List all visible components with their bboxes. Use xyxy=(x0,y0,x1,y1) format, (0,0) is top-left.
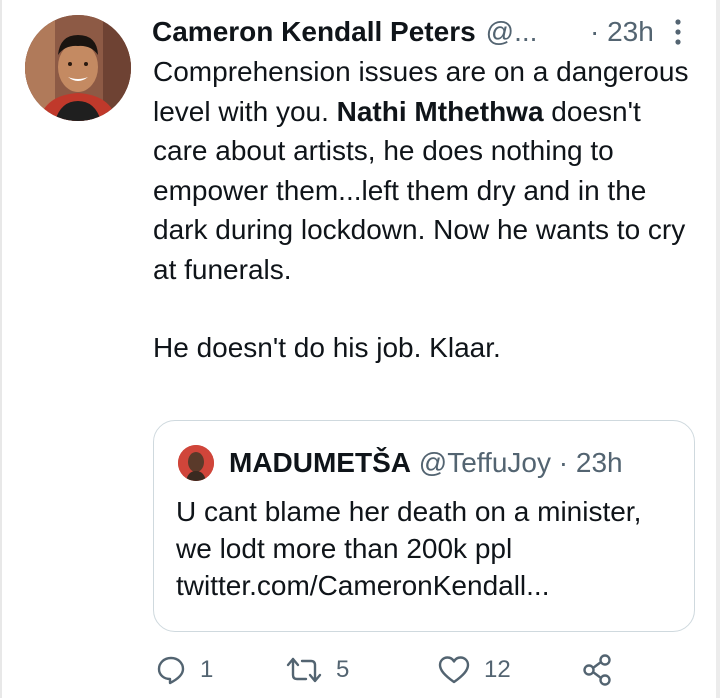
author-avatar[interactable] xyxy=(25,15,131,121)
quoted-tweet-card[interactable]: MADUMETŠA @TeffuJoy · 23h U cant blame h… xyxy=(153,420,695,632)
share-icon xyxy=(583,654,611,686)
quoted-author-handle[interactable]: @TeffuJoy xyxy=(419,447,551,478)
quoted-tweet-header: MADUMETŠA @TeffuJoy · 23h xyxy=(229,441,623,485)
reply-button[interactable]: 1 xyxy=(156,648,213,692)
author-name[interactable]: Cameron Kendall Peters xyxy=(152,16,476,47)
tweet-paragraph: Comprehension issues are on a dangerous … xyxy=(153,52,698,289)
left-divider xyxy=(0,0,2,698)
avatar-image xyxy=(25,15,131,121)
mention: Nathi Mthethwa xyxy=(336,95,544,127)
tweet-actions: 1 5 12 xyxy=(152,648,632,692)
heart-icon xyxy=(438,656,470,684)
right-divider xyxy=(716,0,720,698)
retweet-button[interactable]: 5 xyxy=(286,648,349,692)
tweet-time[interactable]: · 23h xyxy=(590,12,654,52)
tweet-paragraph-2: He doesn't do his job. Klaar. xyxy=(153,332,501,363)
author-handle[interactable]: @... xyxy=(486,16,538,47)
quoted-author-avatar[interactable] xyxy=(178,445,214,481)
quoted-tweet-text: U cant blame her death on a minister, we… xyxy=(176,496,642,601)
like-count: 12 xyxy=(484,656,511,683)
more-vertical-icon[interactable] xyxy=(671,18,685,46)
share-button[interactable] xyxy=(582,648,612,692)
quoted-author-name[interactable]: MADUMETŠA xyxy=(229,447,411,478)
retweet-icon xyxy=(286,657,322,683)
quoted-tweet-time[interactable]: · 23h xyxy=(559,447,623,478)
reply-icon xyxy=(157,656,185,685)
tweet-text: Comprehension issues are on a dangerous … xyxy=(153,52,698,368)
tweet-header: Cameron Kendall Peters @... · 23h xyxy=(152,12,692,52)
quoted-avatar-image xyxy=(178,445,214,481)
retweet-count: 5 xyxy=(336,656,350,683)
like-button[interactable]: 12 xyxy=(438,648,511,692)
reply-count: 1 xyxy=(200,656,214,683)
